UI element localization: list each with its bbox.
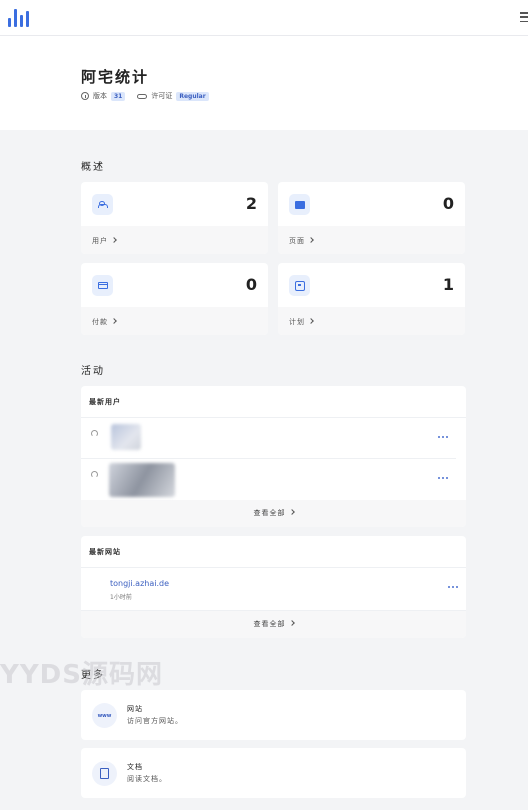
list-item: tongji.azhai.de 1小时前: [81, 568, 466, 611]
pages-icon: [294, 200, 305, 209]
users-icon: [97, 201, 108, 208]
license-label: 许可证: [151, 92, 173, 100]
stat-card-users: 2 用户: [81, 182, 268, 254]
stat-card-plans: 1 计划: [278, 263, 465, 335]
blurred-user: [111, 424, 141, 450]
chevron-right-icon: [288, 509, 295, 515]
stat-link-payments[interactable]: 付款: [81, 307, 268, 335]
stat-value: 0: [245, 275, 257, 294]
calendar-icon: [294, 280, 305, 291]
key-icon: [137, 93, 148, 99]
chevron-right-icon: [111, 237, 117, 243]
link-desc: 阅读文档。: [127, 775, 167, 783]
stat-value: 0: [442, 194, 454, 213]
link-title: 文档: [127, 763, 143, 771]
more-icon[interactable]: [438, 477, 448, 479]
chevron-right-icon: [288, 620, 295, 626]
book-icon: [100, 768, 109, 779]
link-desc: 访问官方网站。: [127, 717, 183, 725]
website-link-card[interactable]: www 网站 访问官方网站。: [81, 690, 466, 740]
info-icon: [81, 92, 89, 100]
activity-title: 活动: [81, 366, 105, 377]
stat-link-plans[interactable]: 计划: [278, 307, 465, 335]
www-icon: www: [92, 703, 117, 728]
more-icon[interactable]: [438, 436, 448, 438]
version-label: 版本: [93, 92, 107, 100]
credit-card-icon: [97, 282, 108, 289]
blurred-user: [109, 463, 175, 497]
stat-link-label: 计划: [289, 318, 305, 326]
chevron-right-icon: [308, 318, 314, 324]
app-meta: 版本 31 许可证 Regular: [81, 91, 209, 101]
stat-value: 2: [245, 194, 257, 213]
docs-link-card[interactable]: 文档 阅读文档。: [81, 748, 466, 798]
latest-sites-title: 最新网站: [81, 536, 466, 568]
menu-icon[interactable]: [520, 12, 528, 22]
view-all-label: 查看全部: [253, 509, 286, 517]
view-all-sites-link[interactable]: 查看全部: [81, 611, 466, 638]
top-bar: [0, 0, 528, 36]
overview-title: 概述: [81, 162, 105, 173]
more-icon[interactable]: [448, 586, 458, 588]
user-avatar-icon: [91, 471, 98, 478]
watermark: YYDS源码网: [0, 660, 163, 690]
chevron-right-icon: [111, 318, 117, 324]
stat-link-label: 付款: [92, 318, 108, 326]
site-link[interactable]: tongji.azhai.de: [110, 579, 169, 588]
list-item: [81, 418, 456, 459]
stat-card-pages: 0 页面: [278, 182, 465, 254]
stat-link-label: 用户: [92, 237, 108, 245]
latest-users-panel: 最新用户 查看全部: [81, 386, 466, 527]
chevron-right-icon: [308, 237, 314, 243]
license-badge: Regular: [176, 91, 209, 101]
page-header: 阿宅统计 版本 31 许可证 Regular: [0, 36, 528, 130]
stat-card-payments: 0 付款: [81, 263, 268, 335]
page-title: 阿宅统计: [81, 68, 150, 86]
latest-sites-panel: 最新网站 tongji.azhai.de 1小时前 查看全部: [81, 536, 466, 638]
site-time: 1小时前: [110, 594, 132, 601]
view-all-label: 查看全部: [253, 620, 286, 628]
user-avatar-icon: [91, 430, 98, 437]
latest-users-title: 最新用户: [81, 386, 466, 418]
stat-link-pages[interactable]: 页面: [278, 226, 465, 254]
stat-value: 1: [442, 275, 454, 294]
link-title: 网站: [127, 705, 143, 713]
view-all-users-link[interactable]: 查看全部: [81, 500, 466, 527]
version-badge: 31: [111, 91, 126, 101]
stat-link-label: 页面: [289, 237, 305, 245]
list-item: [81, 459, 456, 500]
stat-link-users[interactable]: 用户: [81, 226, 268, 254]
logo-icon[interactable]: [8, 7, 29, 27]
